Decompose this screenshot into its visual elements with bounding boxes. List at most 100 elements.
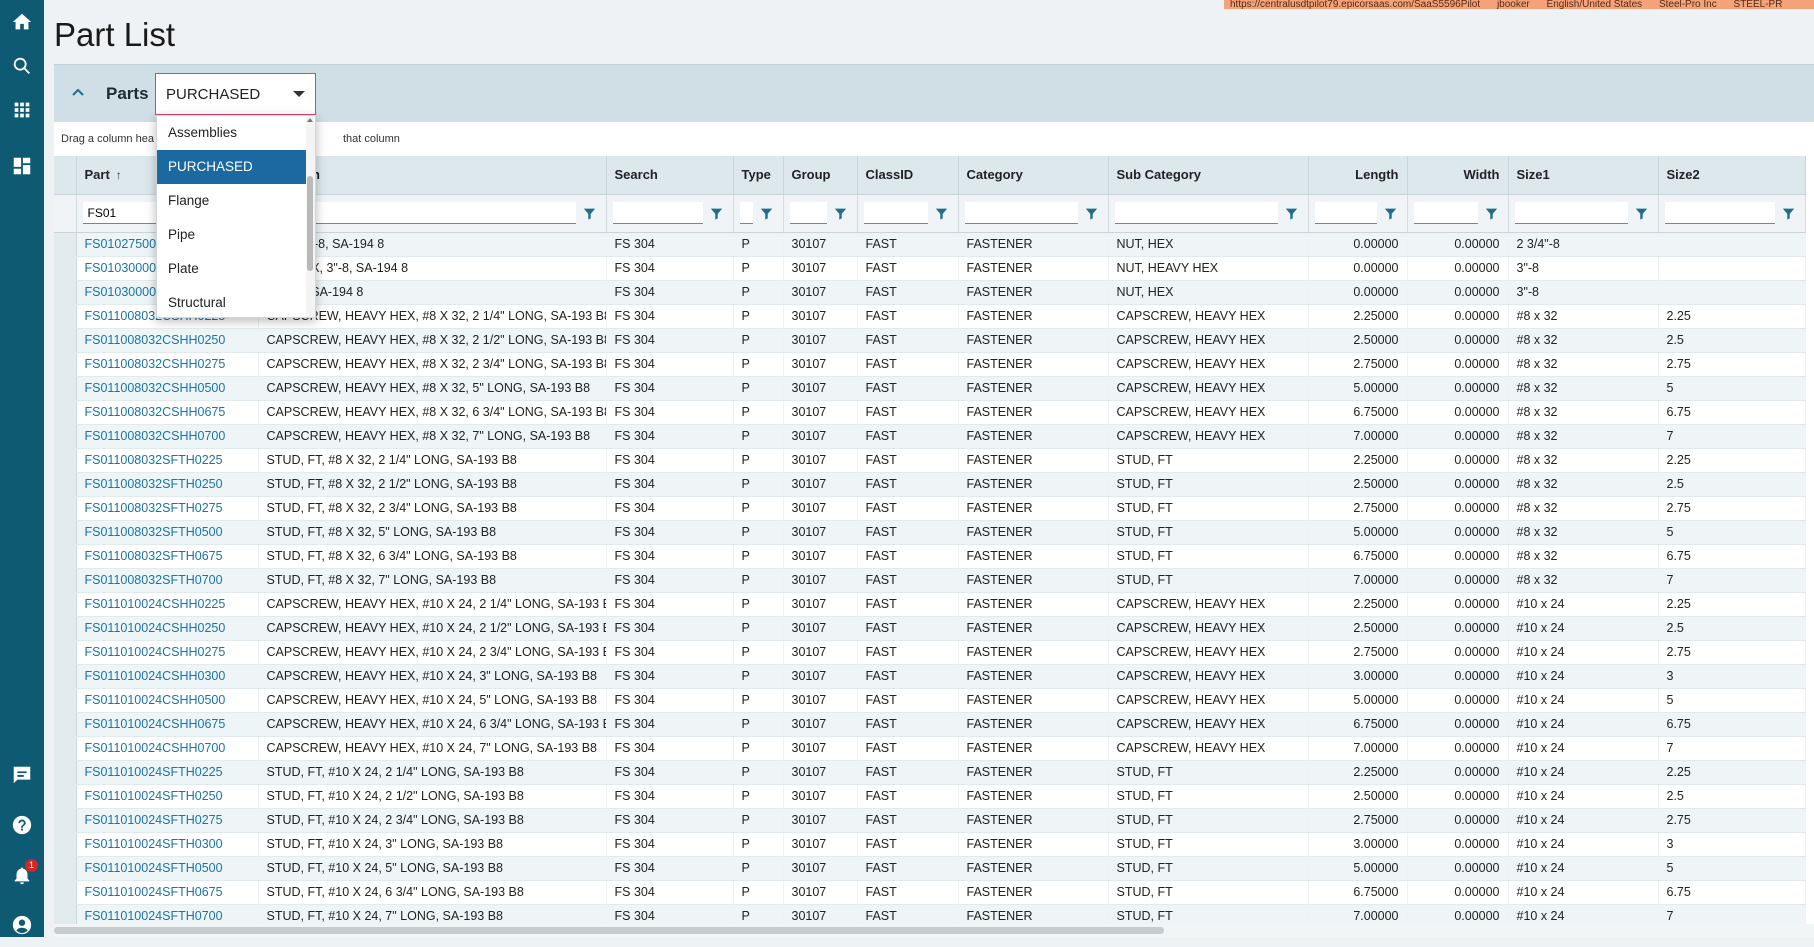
column-header-search[interactable]: Search [606,156,734,195]
row-gutter[interactable] [54,832,77,857]
row-gutter[interactable] [54,808,77,833]
dropdown-scrollbar[interactable] [306,116,315,317]
dropdown-option-structural[interactable]: Structural [157,286,306,317]
filter-button-type[interactable] [757,203,777,223]
row-gutter[interactable] [54,376,77,401]
notifications-button[interactable]: 1 [0,853,44,897]
row-gutter[interactable] [54,304,77,329]
cell-part[interactable]: FS011010024CSHH0275 [76,640,259,665]
cell-part[interactable]: FS011010024CSHH0250 [76,616,259,641]
filter-input-search[interactable] [612,202,703,224]
dropdown-option-pipe[interactable]: Pipe [157,218,306,252]
row-gutter[interactable] [54,736,77,761]
cell-part[interactable]: FS011010024SFTH0275 [76,808,259,833]
help-button[interactable] [0,803,44,847]
table-row[interactable]: FS011010024CSHH0225 CAPSCREW, HEAVY HEX, … [54,592,1806,617]
cell-part[interactable]: FS011010024CSHH0300 [76,664,259,689]
column-header-size2[interactable]: Size2 [1658,156,1806,195]
table-row[interactable]: FS011008032CSHH0500 CAPSCREW, HEAVY HEX, … [54,376,1806,401]
table-row[interactable]: FS011010024SFTH0300 STUD, FT, #10 X 24, 3… [54,832,1806,857]
column-header-size1[interactable]: Size1 [1508,156,1659,195]
filter-input-type[interactable] [739,202,753,224]
filter-button-search[interactable] [707,203,727,223]
table-row[interactable]: FS011010024SFTH0250 STUD, FT, #10 X 24, 2… [54,784,1806,809]
dashboard-button[interactable] [0,144,44,188]
row-gutter[interactable] [54,256,77,281]
cell-part[interactable]: FS011008032SFTH0225 [76,448,259,473]
table-row[interactable]: FS011008032CSHH0275 CAPSCREW, HEAVY HEX, … [54,352,1806,377]
table-row[interactable]: FS011010024CSHH0500 CAPSCREW, HEAVY HEX, … [54,688,1806,713]
table-row[interactable]: FS011008032SFTH0500 STUD, FT, #8 X 32, 5"… [54,520,1806,545]
filter-button-group[interactable] [831,203,851,223]
table-row[interactable]: FS011010024CSHH0300 CAPSCREW, HEAVY HEX, … [54,664,1806,689]
row-gutter[interactable] [54,520,77,545]
table-row[interactable]: FS011010024SFTH0275 STUD, FT, #10 X 24, 2… [54,808,1806,833]
table-row[interactable]: FS011010024SFTH0225 STUD, FT, #10 X 24, 2… [54,760,1806,785]
row-gutter[interactable] [54,280,77,305]
dropdown-option-assemblies[interactable]: Assemblies [157,116,306,150]
filter-button-classid[interactable] [932,203,952,223]
row-gutter[interactable] [54,328,77,353]
cell-part[interactable]: FS011008032SFTH0675 [76,544,259,569]
filter-button-subcategory[interactable] [1282,203,1302,223]
row-gutter[interactable] [54,568,77,593]
cell-part[interactable]: FS011010024CSHH0675 [76,712,259,737]
cell-part[interactable]: FS011008032SFTH0275 [76,496,259,521]
row-gutter[interactable] [54,616,77,641]
row-gutter[interactable] [54,352,77,377]
filter-input-width[interactable] [1413,202,1478,224]
dropdown-scrollbar-thumb[interactable] [307,176,313,271]
column-header-group[interactable]: Group [783,156,858,195]
cell-part[interactable]: FS011008032SFTH0250 [76,472,259,497]
grid-horizontal-scrollbar[interactable] [54,924,1814,937]
dropdown-option-purchased[interactable]: PURCHASED [157,150,306,184]
cell-part[interactable]: FS011008032SFTH0500 [76,520,259,545]
table-row[interactable]: FS011010024SFTH0500 STUD, FT, #10 X 24, 5… [54,856,1806,881]
table-row[interactable]: FS010300008K, 3"-8, SA-194 8FS 304P30107… [54,280,1806,305]
row-gutter[interactable] [54,688,77,713]
row-gutter[interactable] [54,544,77,569]
filter-input-size1[interactable] [1514,202,1628,224]
row-gutter[interactable] [54,400,77,425]
apps-button[interactable] [0,88,44,132]
column-header-type[interactable]: Type [733,156,784,195]
filter-input-length[interactable] [1314,202,1377,224]
column-header-category[interactable]: Category [958,156,1109,195]
table-row[interactable]: FS011008032SFTH0275 STUD, FT, #8 X 32, 2 … [54,496,1806,521]
filter-button-description[interactable] [580,203,600,223]
table-row[interactable]: FS010275008 K, 2 3/4"-8, SA-194 8 FS 304 P 3… [54,232,1806,257]
table-row[interactable]: FS011008032CSHH0225 CAPSCREW, HEAVY HEX, … [54,304,1806,329]
column-header-length[interactable]: Length [1308,156,1408,195]
row-gutter[interactable] [54,424,77,449]
row-gutter[interactable] [54,472,77,497]
row-gutter[interactable] [54,784,77,809]
table-row[interactable]: FS011008032SFTH0675 STUD, FT, #8 X 32, 6 … [54,544,1806,569]
cell-part[interactable]: FS011010024CSHH0700 [76,736,259,761]
row-gutter[interactable] [54,856,77,881]
row-gutter[interactable] [54,760,77,785]
collapse-panel-button[interactable] [68,82,88,102]
dropdown-option-plate[interactable]: Plate [157,252,306,286]
row-gutter[interactable] [54,712,77,737]
filter-input-classid[interactable] [863,202,928,224]
row-gutter[interactable] [54,592,77,617]
table-row[interactable]: FS011010024CSHH0250 CAPSCREW, HEAVY HEX, … [54,616,1806,641]
view-select[interactable]: PURCHASED [155,73,316,115]
filter-button-width[interactable] [1482,203,1502,223]
dropdown-option-flange[interactable]: Flange [157,184,306,218]
table-row[interactable]: FS011010024CSHH0675 CAPSCREW, HEAVY HEX, … [54,712,1806,737]
row-gutter[interactable] [54,880,77,905]
cell-part[interactable]: FS011010024SFTH0700 [76,904,259,924]
cell-part[interactable]: FS011010024SFTH0675 [76,880,259,905]
row-gutter[interactable] [54,232,77,257]
cell-part[interactable]: FS011010024SFTH0225 [76,760,259,785]
filter-button-size1[interactable] [1632,203,1652,223]
row-gutter[interactable] [54,640,77,665]
user-button[interactable] [0,903,44,947]
row-gutter[interactable] [54,496,77,521]
row-gutter[interactable] [54,448,77,473]
cell-part[interactable]: FS011008032CSHH0675 [76,400,259,425]
column-header-subcategory[interactable]: Sub Category [1108,156,1309,195]
table-row[interactable]: FS010300008 AVY HEX, 3"-8, SA-194 8 FS 304… [54,256,1806,281]
cell-part[interactable]: FS011010024SFTH0300 [76,832,259,857]
